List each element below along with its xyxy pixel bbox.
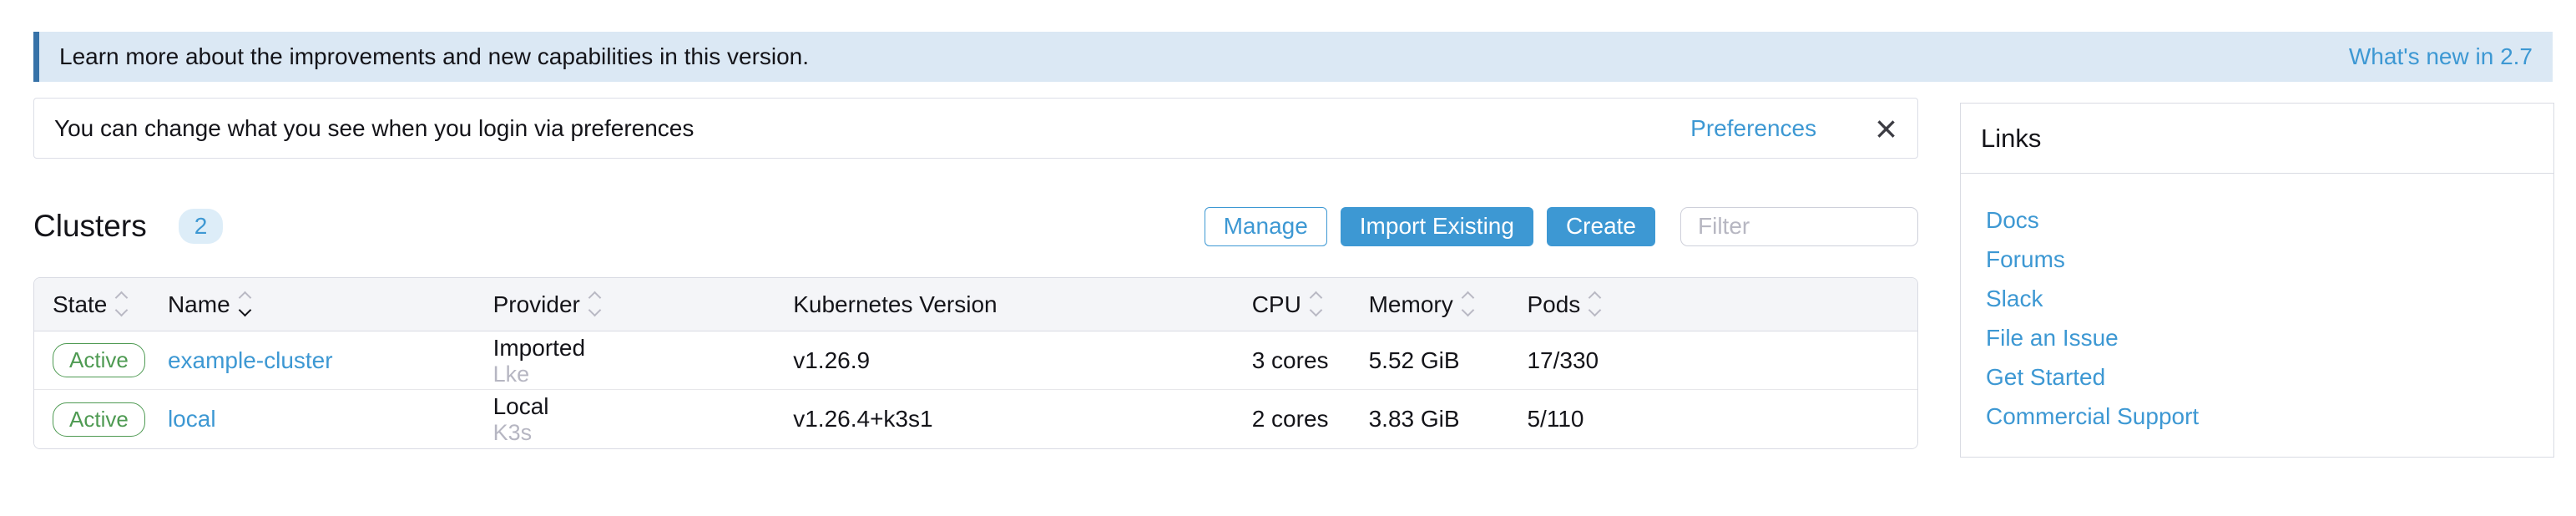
memory-cell: 5.52 GiB — [1369, 331, 1528, 390]
version-banner: Learn more about the improvements and ne… — [33, 32, 2553, 82]
provider-name: Local — [493, 393, 794, 420]
column-header-pods[interactable]: Pods — [1527, 278, 1917, 331]
page-title: Clusters — [33, 209, 147, 244]
link-docs[interactable]: Docs — [1986, 200, 2553, 240]
create-button[interactable]: Create — [1547, 207, 1655, 246]
cpu-cell: 3 cores — [1252, 331, 1369, 390]
table-header-row: State Name Provider Kubernetes Version C… — [34, 278, 1917, 331]
name-cell: example-cluster — [168, 331, 493, 390]
column-header-provider[interactable]: Provider — [493, 278, 794, 331]
sort-icon — [240, 293, 250, 315]
link-slack[interactable]: Slack — [1986, 279, 2553, 318]
name-cell: local — [168, 390, 493, 448]
memory-cell: 3.83 GiB — [1369, 390, 1528, 448]
link-file-an-issue[interactable]: File an Issue — [1986, 318, 2553, 357]
version-banner-message: Learn more about the improvements and ne… — [59, 43, 2349, 70]
kubernetes-version-cell: v1.26.4+k3s1 — [793, 390, 1251, 448]
sort-icon — [117, 293, 126, 315]
column-header-state[interactable]: State — [34, 278, 168, 331]
status-badge: Active — [53, 402, 145, 437]
whats-new-link[interactable]: What's new in 2.7 — [2349, 43, 2533, 70]
sort-icon — [1311, 293, 1321, 315]
preferences-banner-message: You can change what you see when you log… — [54, 115, 1690, 142]
column-header-name[interactable]: Name — [168, 278, 493, 331]
links-panel: Links Docs Forums Slack File an Issue Ge… — [1960, 103, 2554, 458]
status-badge: Active — [53, 343, 145, 377]
provider-name: Imported — [493, 335, 794, 362]
rancher-home-page: Learn more about the improvements and ne… — [0, 0, 2576, 516]
sort-icon — [590, 293, 599, 315]
state-cell: Active — [34, 331, 168, 390]
provider-distro: Lke — [493, 362, 794, 387]
pods-cell: 5/110 — [1527, 390, 1917, 448]
clusters-header: Clusters 2 Manage Import Existing Create — [33, 200, 1918, 252]
kubernetes-version-cell: v1.26.9 — [793, 331, 1251, 390]
cpu-cell: 2 cores — [1252, 390, 1369, 448]
table-row: Active example-cluster Imported Lke v1.2… — [34, 331, 1917, 390]
pods-cell: 17/330 — [1527, 331, 1917, 390]
links-list: Docs Forums Slack File an Issue Get Star… — [1961, 174, 2553, 436]
column-header-memory[interactable]: Memory — [1369, 278, 1528, 331]
filter-input[interactable] — [1680, 207, 1918, 246]
clusters-table: State Name Provider Kubernetes Version C… — [33, 277, 1918, 449]
link-forums[interactable]: Forums — [1986, 240, 2553, 279]
table-row: Active local Local K3s v1.26.4+k3s1 2 co… — [34, 390, 1917, 448]
preferences-banner: You can change what you see when you log… — [33, 98, 1918, 159]
provider-cell: Local K3s — [493, 390, 794, 448]
links-panel-title: Links — [1961, 104, 2553, 174]
cluster-count-badge: 2 — [179, 209, 224, 244]
import-existing-button[interactable]: Import Existing — [1341, 207, 1533, 246]
sort-icon — [1463, 293, 1472, 315]
link-get-started[interactable]: Get Started — [1986, 357, 2553, 397]
provider-cell: Imported Lke — [493, 331, 794, 390]
close-icon[interactable]: × — [1875, 109, 1897, 148]
link-commercial-support[interactable]: Commercial Support — [1986, 397, 2553, 436]
column-header-kubernetes-version: Kubernetes Version — [793, 278, 1251, 331]
cluster-link-local[interactable]: local — [168, 406, 216, 432]
preferences-link[interactable]: Preferences — [1690, 115, 1816, 142]
sort-icon — [1590, 293, 1599, 315]
cluster-link-example-cluster[interactable]: example-cluster — [168, 347, 333, 373]
state-cell: Active — [34, 390, 168, 448]
manage-button[interactable]: Manage — [1205, 207, 1327, 246]
column-header-cpu[interactable]: CPU — [1252, 278, 1369, 331]
provider-distro: K3s — [493, 420, 794, 445]
